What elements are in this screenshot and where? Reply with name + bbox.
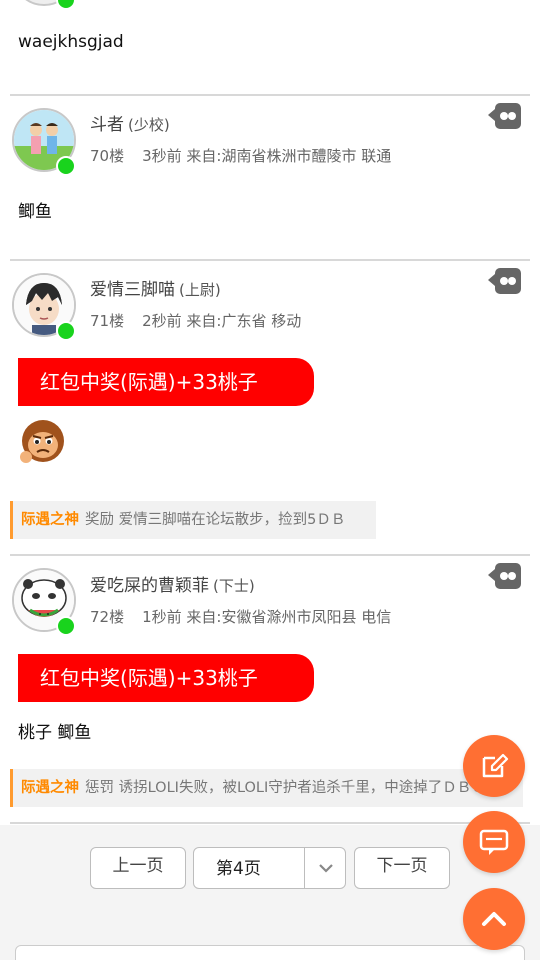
avatar-post-71[interactable] xyxy=(12,273,76,341)
post-meta: 70楼 3秒前 来自:湖南省株洲市醴陵市 联通 xyxy=(90,145,391,166)
avatar-post-69[interactable] xyxy=(12,0,76,10)
redpacket-banner[interactable]: 红包中奖(际遇)+33桃子 xyxy=(18,358,314,406)
floor-number: 70楼 xyxy=(90,147,125,165)
post-divider xyxy=(10,554,530,556)
post-time: 1秒前 xyxy=(142,608,182,626)
page-select[interactable]: 第4页 xyxy=(193,847,346,889)
avatar-post-70[interactable] xyxy=(12,108,76,176)
post-location: 来自:广东省 移动 xyxy=(186,312,302,330)
system-text: 惩罚 诱拐LOLI失败，被LOLI守护者追杀千里，中途掉了ＤＢ５ xyxy=(85,780,486,796)
post-body: 鲫鱼 xyxy=(18,202,52,222)
username: 爱吃屎的曹颖菲 xyxy=(90,576,209,596)
post-divider xyxy=(10,94,530,96)
user-rank: (下士) xyxy=(213,577,255,595)
comment-icon xyxy=(479,829,509,855)
post-location: 来自:湖南省株洲市醴陵市 联通 xyxy=(186,147,392,165)
chevron-down-icon xyxy=(319,864,333,873)
post-author[interactable]: 爱吃屎的曹颖菲 (下士) xyxy=(90,571,255,596)
edit-icon xyxy=(482,753,509,778)
next-page-button[interactable]: 下一页 xyxy=(354,847,450,889)
post-body: waejkhsgjad xyxy=(18,32,124,52)
back-to-top-button[interactable] xyxy=(463,888,525,950)
post-divider xyxy=(10,822,530,824)
system-text: 奖励 爱情三脚喵在论坛散步，捡到5ＤＢ xyxy=(85,512,346,528)
floor-number: 71楼 xyxy=(90,312,125,330)
online-indicator xyxy=(56,321,76,341)
username: 斗者 xyxy=(90,115,124,135)
post-meta: 72楼 1秒前 来自:安徽省滁州市凤阳县 电信 xyxy=(90,606,391,627)
reply-input-box[interactable] xyxy=(15,945,525,960)
system-note: 际遇之神 奖励 爱情三脚喵在论坛散步，捡到5ＤＢ xyxy=(10,501,376,539)
reply-bubble-icon[interactable] xyxy=(488,563,522,589)
username: 爱情三脚喵 xyxy=(90,280,175,300)
floor-number: 72楼 xyxy=(90,608,125,626)
post-location: 来自:安徽省滁州市凤阳县 电信 xyxy=(186,608,392,626)
post-author[interactable]: 斗者 (少校) xyxy=(90,110,170,135)
monkey-emoticon-icon xyxy=(18,417,68,467)
edit-fab-button[interactable] xyxy=(463,735,525,797)
page-select-value: 第4页 xyxy=(216,859,261,879)
post-time: 3秒前 xyxy=(142,147,182,165)
post-time: 2秒前 xyxy=(142,312,182,330)
online-indicator xyxy=(56,156,76,176)
pagination-bar: 上一页 第4页 下一页 xyxy=(0,825,540,960)
comment-fab-button[interactable] xyxy=(463,811,525,873)
post-author[interactable]: 爱情三脚喵 (上尉) xyxy=(90,275,221,300)
redpacket-banner[interactable]: 红包中奖(际遇)+33桃子 xyxy=(18,654,314,702)
chevron-up-icon xyxy=(482,912,506,926)
system-sender: 际遇之神 xyxy=(21,780,79,796)
user-rank: (上尉) xyxy=(179,281,221,299)
reply-bubble-icon[interactable] xyxy=(488,268,522,294)
reply-bubble-icon[interactable] xyxy=(488,103,522,129)
avatar-post-72[interactable] xyxy=(12,568,76,636)
user-rank: (少校) xyxy=(128,116,170,134)
post-meta: 71楼 2秒前 来自:广东省 移动 xyxy=(90,310,301,331)
system-note: 际遇之神 惩罚 诱拐LOLI失败，被LOLI守护者追杀千里，中途掉了ＤＢ５ xyxy=(10,769,523,807)
post-divider xyxy=(10,259,530,261)
online-indicator xyxy=(56,0,76,10)
prev-page-button[interactable]: 上一页 xyxy=(90,847,186,889)
online-indicator xyxy=(56,616,76,636)
post-body: 桃子 鲫鱼 xyxy=(18,723,92,743)
system-sender: 际遇之神 xyxy=(21,512,79,528)
